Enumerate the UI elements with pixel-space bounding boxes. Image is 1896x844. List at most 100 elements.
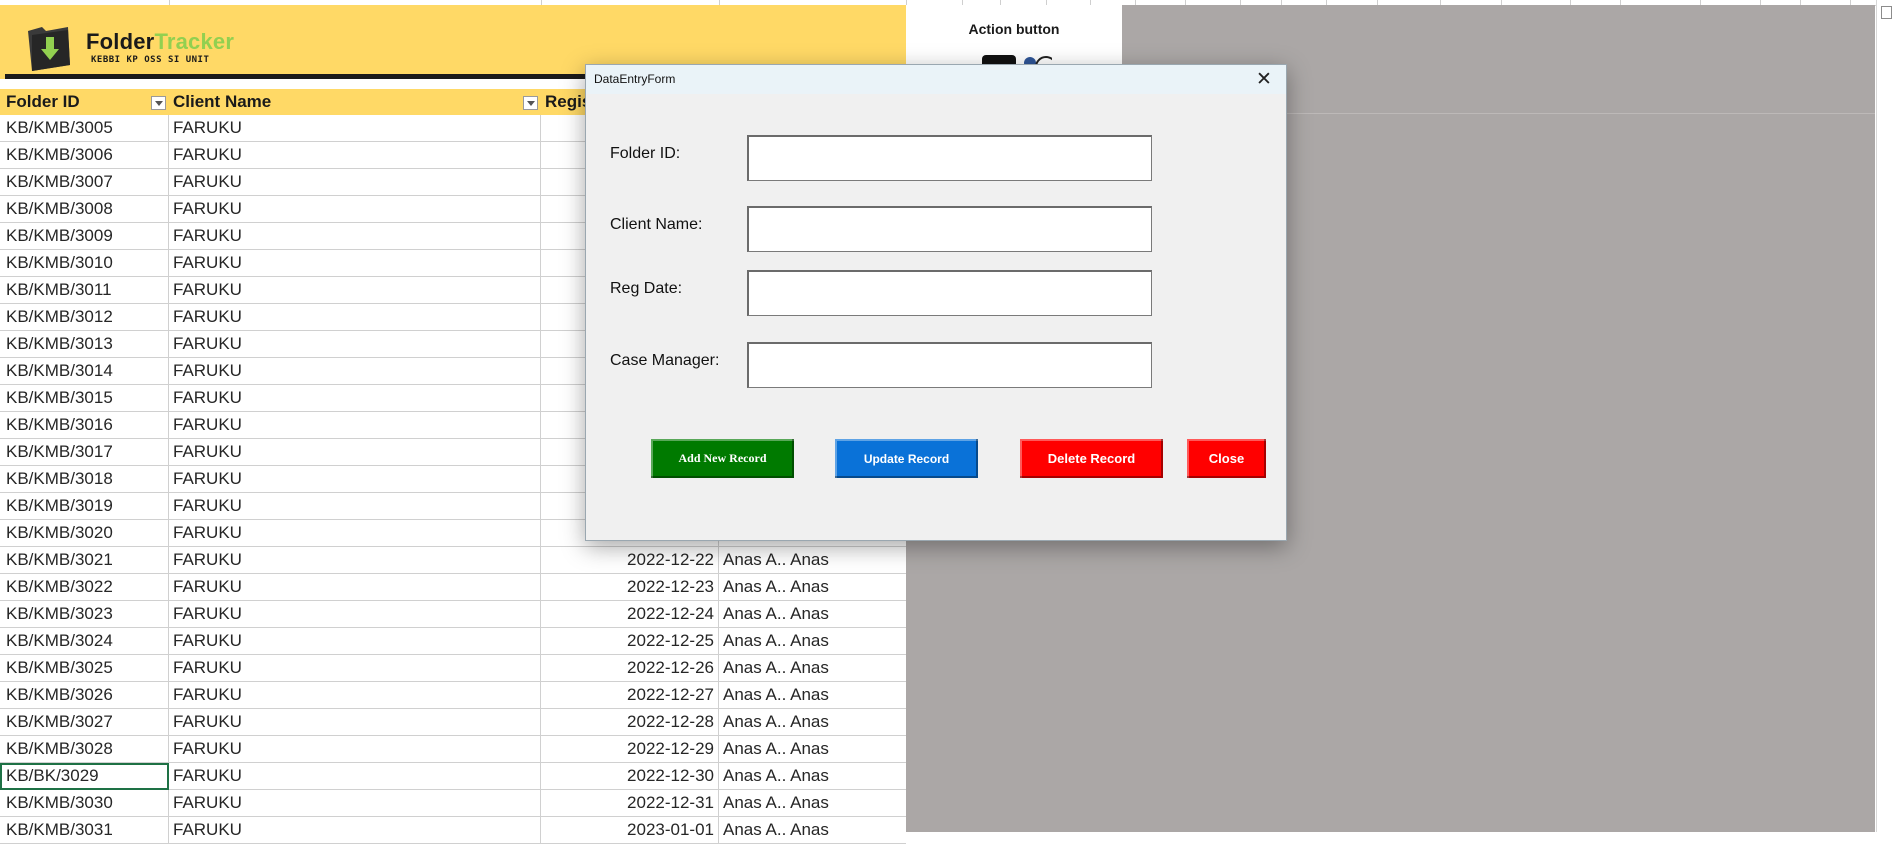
- client-name-cell[interactable]: FARUKU: [169, 277, 541, 304]
- case-manager-cell[interactable]: Anas A.. Anas: [719, 628, 906, 655]
- case-manager-field[interactable]: [747, 342, 1152, 388]
- delete-record-button[interactable]: Delete Record: [1020, 439, 1163, 478]
- table-row[interactable]: KB/BK/3029 FARUKU 2022-12-30 Anas A.. Anas: [0, 763, 906, 790]
- folder-id-cell[interactable]: KB/KMB/3031: [0, 817, 169, 844]
- reg-date-cell[interactable]: 2022-12-28: [541, 709, 719, 736]
- case-manager-cell[interactable]: Anas A.. Anas: [719, 601, 906, 628]
- table-row[interactable]: KB/KMB/3025 FARUKU 2022-12-26 Anas A.. Anas: [0, 655, 906, 682]
- close-icon[interactable]: ✕: [1242, 65, 1286, 94]
- folder-id-cell[interactable]: KB/KMB/3008: [0, 196, 169, 223]
- filter-dropdown-icon[interactable]: [523, 96, 538, 110]
- table-row[interactable]: KB/KMB/3021 FARUKU 2022-12-22 Anas A.. Anas: [0, 547, 906, 574]
- folder-id-cell[interactable]: KB/KMB/3022: [0, 574, 169, 601]
- reg-date-cell[interactable]: 2022-12-31: [541, 790, 719, 817]
- client-name-cell[interactable]: FARUKU: [169, 817, 541, 844]
- folder-id-cell[interactable]: KB/KMB/3028: [0, 736, 169, 763]
- folder-id-field[interactable]: [747, 135, 1152, 181]
- client-name-cell[interactable]: FARUKU: [169, 547, 541, 574]
- client-name-cell[interactable]: FARUKU: [169, 196, 541, 223]
- add-new-record-button[interactable]: Add New Record: [651, 439, 794, 478]
- table-row[interactable]: KB/KMB/3024 FARUKU 2022-12-25 Anas A.. Anas: [0, 628, 906, 655]
- table-row[interactable]: KB/KMB/3023 FARUKU 2022-12-24 Anas A.. Anas: [0, 601, 906, 628]
- client-name-cell[interactable]: FARUKU: [169, 763, 541, 790]
- update-record-button[interactable]: Update Record: [835, 439, 978, 478]
- folder-id-cell[interactable]: KB/KMB/3018: [0, 466, 169, 493]
- reg-date-cell[interactable]: 2022-12-24: [541, 601, 719, 628]
- folder-id-cell[interactable]: KB/KMB/3006: [0, 142, 169, 169]
- table-row[interactable]: KB/KMB/3026 FARUKU 2022-12-27 Anas A.. Anas: [0, 682, 906, 709]
- folder-id-cell[interactable]: KB/KMB/3030: [0, 790, 169, 817]
- table-row[interactable]: KB/KMB/3022 FARUKU 2022-12-23 Anas A.. Anas: [0, 574, 906, 601]
- case-manager-cell[interactable]: Anas A.. Anas: [719, 547, 906, 574]
- folder-id-cell[interactable]: KB/KMB/3013: [0, 331, 169, 358]
- folder-id-cell[interactable]: KB/KMB/3010: [0, 250, 169, 277]
- client-name-cell[interactable]: FARUKU: [169, 115, 541, 142]
- client-name-cell[interactable]: FARUKU: [169, 628, 541, 655]
- folder-id-cell[interactable]: KB/KMB/3026: [0, 682, 169, 709]
- case-manager-cell[interactable]: Anas A.. Anas: [719, 817, 906, 844]
- folder-id-cell[interactable]: KB/KMB/3021: [0, 547, 169, 574]
- client-name-cell[interactable]: FARUKU: [169, 520, 541, 547]
- folder-id-cell[interactable]: KB/KMB/3009: [0, 223, 169, 250]
- folder-id-cell[interactable]: KB/KMB/3025: [0, 655, 169, 682]
- folder-id-cell[interactable]: KB/KMB/3011: [0, 277, 169, 304]
- client-name-cell[interactable]: FARUKU: [169, 493, 541, 520]
- client-name-cell[interactable]: FARUKU: [169, 709, 541, 736]
- case-manager-cell[interactable]: Anas A.. Anas: [719, 682, 906, 709]
- case-manager-cell[interactable]: Anas A.. Anas: [719, 655, 906, 682]
- folder-id-cell[interactable]: KB/KMB/3007: [0, 169, 169, 196]
- reg-date-cell[interactable]: 2022-12-25: [541, 628, 719, 655]
- client-name-cell[interactable]: FARUKU: [169, 466, 541, 493]
- case-manager-cell[interactable]: Anas A.. Anas: [719, 709, 906, 736]
- reg-date-cell[interactable]: 2022-12-26: [541, 655, 719, 682]
- reg-date-cell[interactable]: 2022-12-23: [541, 574, 719, 601]
- folder-id-cell[interactable]: KB/KMB/3016: [0, 412, 169, 439]
- table-row[interactable]: KB/KMB/3027 FARUKU 2022-12-28 Anas A.. Anas: [0, 709, 906, 736]
- folder-id-cell[interactable]: KB/KMB/3024: [0, 628, 169, 655]
- client-name-cell[interactable]: FARUKU: [169, 331, 541, 358]
- close-button[interactable]: Close: [1187, 439, 1266, 478]
- case-manager-cell[interactable]: Anas A.. Anas: [719, 574, 906, 601]
- folder-id-cell[interactable]: KB/KMB/3015: [0, 385, 169, 412]
- folder-id-cell[interactable]: KB/KMB/3014: [0, 358, 169, 385]
- vertical-scrollbar[interactable]: [1876, 0, 1896, 832]
- folder-id-cell[interactable]: KB/KMB/3023: [0, 601, 169, 628]
- folder-id-cell[interactable]: KB/KMB/3012: [0, 304, 169, 331]
- case-manager-cell[interactable]: Anas A.. Anas: [719, 763, 906, 790]
- client-name-cell[interactable]: FARUKU: [169, 250, 541, 277]
- client-name-cell[interactable]: FARUKU: [169, 142, 541, 169]
- client-name-cell[interactable]: FARUKU: [169, 358, 541, 385]
- client-name-cell[interactable]: FARUKU: [169, 412, 541, 439]
- client-name-cell[interactable]: FARUKU: [169, 304, 541, 331]
- client-name-cell[interactable]: FARUKU: [169, 601, 541, 628]
- table-row[interactable]: KB/KMB/3030 FARUKU 2022-12-31 Anas A.. Anas: [0, 790, 906, 817]
- case-manager-cell[interactable]: Anas A.. Anas: [719, 736, 906, 763]
- case-manager-cell[interactable]: Anas A.. Anas: [719, 790, 906, 817]
- client-name-cell[interactable]: FARUKU: [169, 223, 541, 250]
- filter-dropdown-icon[interactable]: [151, 96, 166, 110]
- client-name-cell[interactable]: FARUKU: [169, 682, 541, 709]
- reg-date-cell[interactable]: 2022-12-30: [541, 763, 719, 790]
- folder-id-cell[interactable]: KB/KMB/3005: [0, 115, 169, 142]
- scrollbar-thumb[interactable]: [1881, 6, 1892, 19]
- client-name-cell[interactable]: FARUKU: [169, 790, 541, 817]
- client-name-cell[interactable]: FARUKU: [169, 169, 541, 196]
- reg-date-cell[interactable]: 2022-12-29: [541, 736, 719, 763]
- folder-id-cell[interactable]: KB/KMB/3020: [0, 520, 169, 547]
- folder-id-cell[interactable]: KB/KMB/3027: [0, 709, 169, 736]
- reg-date-cell[interactable]: 2022-12-22: [541, 547, 719, 574]
- table-row[interactable]: KB/KMB/3031 FARUKU 2023-01-01 Anas A.. Anas: [0, 817, 906, 844]
- client-name-cell[interactable]: FARUKU: [169, 574, 541, 601]
- client-name-cell[interactable]: FARUKU: [169, 736, 541, 763]
- dialog-titlebar[interactable]: DataEntryForm ✕: [586, 65, 1286, 94]
- folder-id-cell[interactable]: KB/KMB/3019: [0, 493, 169, 520]
- reg-date-cell[interactable]: 2022-12-27: [541, 682, 719, 709]
- folder-id-cell[interactable]: KB/BK/3029: [0, 763, 169, 790]
- client-name-field[interactable]: [747, 206, 1152, 252]
- client-name-cell[interactable]: FARUKU: [169, 655, 541, 682]
- folder-id-cell[interactable]: KB/KMB/3017: [0, 439, 169, 466]
- client-name-cell[interactable]: FARUKU: [169, 385, 541, 412]
- reg-date-cell[interactable]: 2023-01-01: [541, 817, 719, 844]
- client-name-cell[interactable]: FARUKU: [169, 439, 541, 466]
- table-row[interactable]: KB/KMB/3028 FARUKU 2022-12-29 Anas A.. Anas: [0, 736, 906, 763]
